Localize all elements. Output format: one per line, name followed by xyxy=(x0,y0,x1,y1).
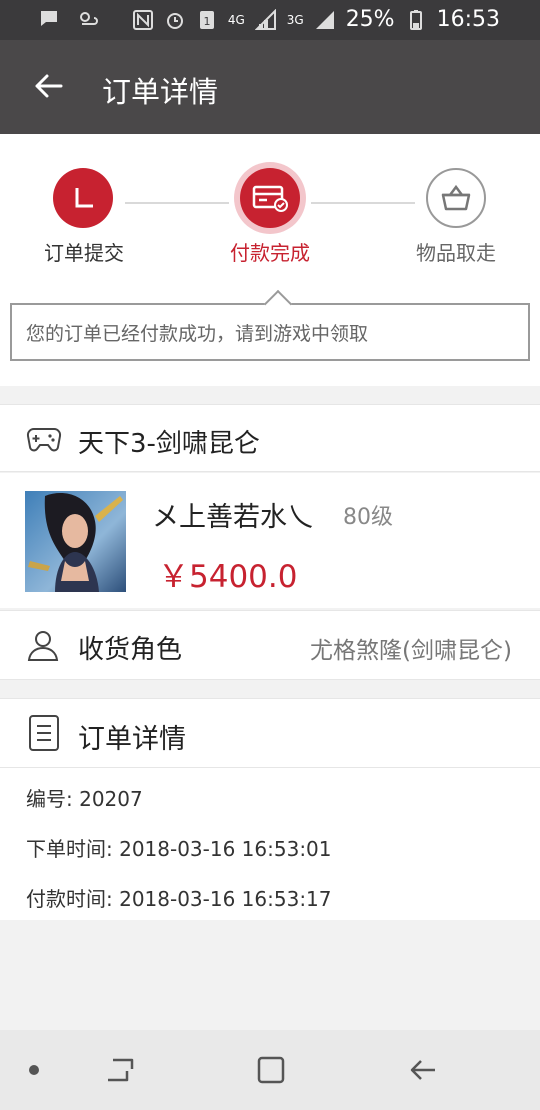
order-paid-time: 付款时间: 2018-03-16 16:53:17 xyxy=(26,887,332,911)
order-details-header: 订单详情 xyxy=(0,698,540,768)
network-type-1: 4G xyxy=(227,12,245,27)
svg-text:1: 1 xyxy=(203,15,210,28)
step-paid xyxy=(240,168,300,228)
alarm-icon xyxy=(166,12,183,29)
battery-percent: 25% xyxy=(345,7,395,32)
back-button[interactable] xyxy=(24,62,72,110)
product-item[interactable]: メ上善若水乀 80级 ￥5400.0 xyxy=(0,473,540,608)
network-type-2: 3G xyxy=(286,12,304,27)
order-details-title: 订单详情 xyxy=(78,724,186,755)
step-label-submitted: 订单提交 xyxy=(44,241,124,265)
notice-pointer xyxy=(263,289,293,319)
step-connector xyxy=(311,202,415,204)
product-thumbnail xyxy=(25,491,126,592)
app-bar: 订单详情 xyxy=(0,40,540,134)
order-progress: 订单提交 付款完成 物品取走 您的订单已经付款成功，请到游戏中领取 xyxy=(0,134,540,386)
receiver-role-row[interactable]: 收货角色 尤格煞隆(剑啸昆仑) xyxy=(0,610,540,680)
dot-icon xyxy=(29,1065,39,1075)
user-icon xyxy=(27,631,59,661)
character-name: メ上善若水乀 xyxy=(152,502,314,533)
card-check-icon xyxy=(252,185,288,212)
weather-icon xyxy=(80,12,98,25)
clock: 16:53 xyxy=(436,7,500,32)
receiver-label: 收货角色 xyxy=(78,635,183,665)
signal-icon xyxy=(254,8,276,30)
product-price: ￥5400.0 xyxy=(158,559,298,595)
character-level: 80级 xyxy=(343,505,393,530)
step-label-collected: 物品取走 xyxy=(416,241,496,265)
receiver-value: 尤格煞隆(剑啸昆仑) xyxy=(310,638,512,664)
nfc-icon xyxy=(132,9,153,30)
system-back-button[interactable] xyxy=(403,1050,443,1090)
status-bar: 1 4G 3G 25% 16:53 xyxy=(0,0,540,40)
home-icon xyxy=(257,1056,285,1084)
step-label-paid: 付款完成 xyxy=(230,241,310,265)
order-created-time: 下单时间: 2018-03-16 16:53:01 xyxy=(26,837,332,861)
document-icon xyxy=(29,715,59,751)
order-details-body: 编号: 20207 下单时间: 2018-03-16 16:53:01 付款时间… xyxy=(0,768,540,920)
message-icon xyxy=(41,11,57,26)
gamepad-icon xyxy=(26,427,62,452)
signal-icon-2 xyxy=(315,10,334,29)
home-button[interactable] xyxy=(251,1050,291,1090)
notice-text: 您的订单已经付款成功，请到游戏中领取 xyxy=(26,323,369,345)
step-submitted xyxy=(53,168,113,228)
game-title: 天下3-剑啸昆仑 xyxy=(78,429,260,459)
nav-dot-button[interactable] xyxy=(14,1050,54,1090)
game-section-header: 天下3-剑啸昆仑 xyxy=(0,404,540,472)
sim-icon: 1 xyxy=(199,10,214,29)
recent-apps-icon xyxy=(108,1058,134,1082)
recent-apps-button[interactable] xyxy=(100,1050,140,1090)
arrow-left-icon xyxy=(35,74,63,98)
basket-icon xyxy=(441,184,471,211)
step-collected xyxy=(426,168,486,228)
payment-notice: 您的订单已经付款成功，请到游戏中领取 xyxy=(10,289,530,361)
step-connector xyxy=(125,202,229,204)
page-title: 订单详情 xyxy=(102,75,219,109)
system-nav-bar xyxy=(0,1030,540,1110)
battery-icon xyxy=(409,9,422,30)
clock-icon xyxy=(75,188,93,208)
back-icon xyxy=(410,1060,435,1080)
order-number: 编号: 20207 xyxy=(26,787,143,811)
